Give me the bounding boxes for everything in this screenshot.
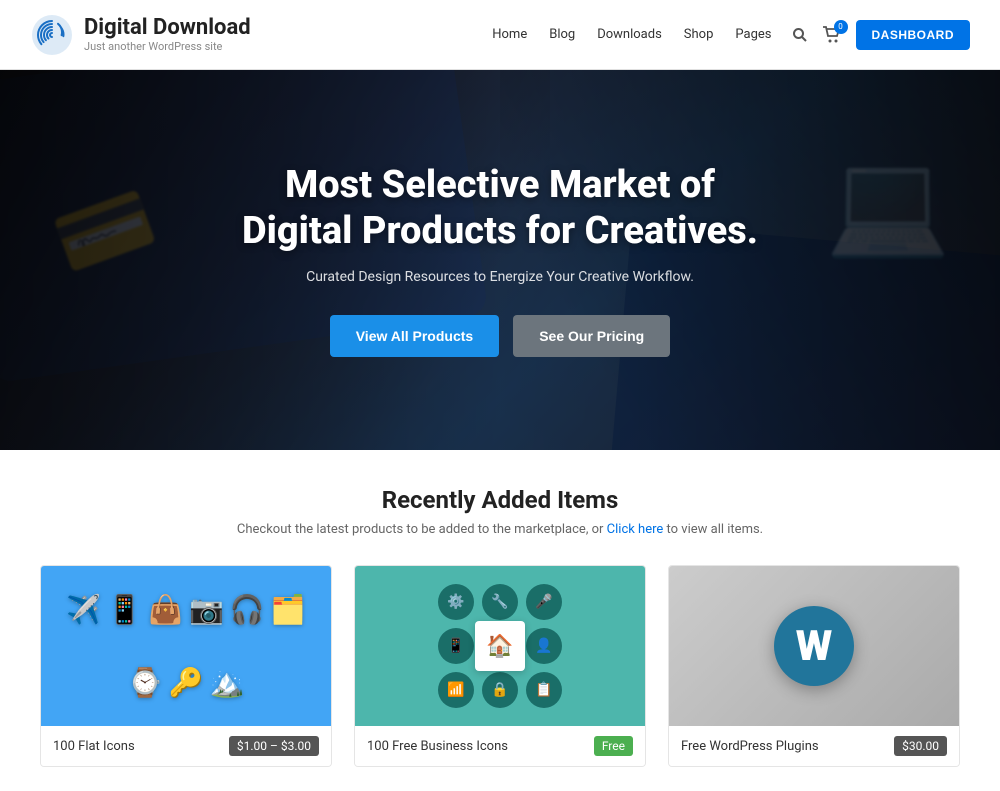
products-grid: ✈️ 📱 👜 📷 🎧 🗂️ ⌚ 🔑 🏔️ 100 Flat Icons $1.0… (40, 565, 960, 767)
logo-area: Digital Download Just another WordPress … (30, 13, 251, 57)
product-card-1[interactable]: ✈️ 📱 👜 📷 🎧 🗂️ ⌚ 🔑 🏔️ 100 Flat Icons $1.0… (40, 565, 332, 767)
click-here-link[interactable]: Click here (607, 522, 664, 537)
nav-home[interactable]: Home (492, 27, 527, 42)
see-pricing-button[interactable]: See Our Pricing (513, 315, 670, 357)
nav-shop[interactable]: Shop (684, 27, 714, 42)
logo-icon (30, 13, 74, 57)
product-price-1: $1.00 – $3.00 (229, 736, 319, 756)
search-icon (792, 27, 808, 43)
site-tagline: Just another WordPress site (84, 40, 251, 53)
hero-section: Most Selective Market of Digital Product… (0, 70, 1000, 450)
section-subtitle: Checkout the latest products to be added… (40, 522, 960, 537)
product-name-2: 100 Free Business Icons (367, 739, 508, 754)
product-price-3: $30.00 (894, 736, 947, 756)
product-card-2[interactable]: ⚙️ 🔧 🎤 📱 👤 📶 🔒 📋 🏠 100 Free Business Ico… (354, 565, 646, 767)
product-footer-3: Free WordPress Plugins $30.00 (669, 726, 959, 766)
cart-count: 0 (834, 20, 848, 34)
nav-blog[interactable]: Blog (549, 27, 575, 42)
wordpress-logo: W (774, 606, 854, 686)
search-button[interactable] (792, 27, 808, 43)
cart-button[interactable]: 0 (822, 26, 842, 44)
product-card-3[interactable]: W Free WordPress Plugins $30.00 (668, 565, 960, 767)
product-image-3: W (669, 566, 959, 726)
site-title: Digital Download (84, 16, 251, 40)
logo-text: Digital Download Just another WordPress … (84, 16, 251, 53)
hero-subtitle: Curated Design Resources to Energize You… (242, 269, 758, 285)
dashboard-button[interactable]: DASHBOARD (856, 20, 971, 50)
section-title: Recently Added Items (40, 486, 960, 514)
product-footer-2: 100 Free Business Icons Free (355, 726, 645, 766)
product-price-2: Free (594, 736, 633, 756)
hero-buttons: View All Products See Our Pricing (242, 315, 758, 357)
header-icons: 0 (792, 26, 842, 44)
nav-pages[interactable]: Pages (735, 27, 771, 42)
main-nav: Home Blog Downloads Shop Pages (492, 27, 771, 42)
hero-content: Most Selective Market of Digital Product… (202, 163, 798, 356)
product-name-3: Free WordPress Plugins (681, 739, 819, 754)
nav-downloads[interactable]: Downloads (597, 27, 662, 42)
view-all-products-button[interactable]: View All Products (330, 315, 499, 357)
product-image-2: ⚙️ 🔧 🎤 📱 👤 📶 🔒 📋 🏠 (355, 566, 645, 726)
site-header: Digital Download Just another WordPress … (0, 0, 1000, 70)
hero-title: Most Selective Market of Digital Product… (242, 163, 758, 254)
recently-added-section: Recently Added Items Checkout the latest… (0, 450, 1000, 791)
product-footer-1: 100 Flat Icons $1.00 – $3.00 (41, 726, 331, 766)
product-name-1: 100 Flat Icons (53, 739, 135, 754)
product-image-1: ✈️ 📱 👜 📷 🎧 🗂️ ⌚ 🔑 🏔️ (41, 566, 331, 726)
